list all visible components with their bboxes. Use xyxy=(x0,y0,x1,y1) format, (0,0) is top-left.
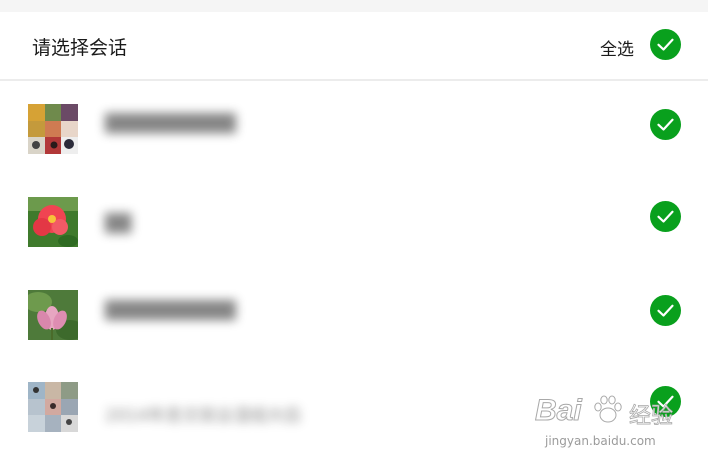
select-all-checkbox[interactable] xyxy=(650,29,681,60)
checkmark-icon xyxy=(657,304,674,317)
panel-header: 请选择会话 全选 xyxy=(0,12,708,81)
page-title: 请选择会话 xyxy=(32,37,128,59)
group-avatar xyxy=(28,382,78,432)
conversation-name: ██████████ xyxy=(105,301,236,321)
select-all-label[interactable]: 全选 xyxy=(600,35,634,60)
conversation-checkbox[interactable] xyxy=(650,295,681,326)
conversation-checkbox[interactable] xyxy=(650,201,681,232)
conversation-checkbox[interactable] xyxy=(650,386,681,417)
checkmark-icon xyxy=(657,38,674,51)
conversation-checkbox[interactable] xyxy=(650,109,681,140)
group-avatar xyxy=(28,104,78,154)
conversation-name: ██████████ xyxy=(105,114,236,134)
lotus-avatar xyxy=(28,290,78,340)
conversation-name: 2014年息文就业湿组大后 xyxy=(105,406,302,426)
window-top-strip xyxy=(0,0,708,12)
conversation-row[interactable]: 2014年息文就业湿组大后 xyxy=(0,355,708,447)
select-conversation-panel: 请选择会话 全选 ██████████ ██ ██████████ 2014年息… xyxy=(0,12,708,467)
conversation-row[interactable]: ██ xyxy=(0,171,708,263)
conversation-name: ██ xyxy=(105,214,132,234)
conversation-row[interactable]: ██████████ xyxy=(0,263,708,355)
checkmark-icon xyxy=(657,395,674,408)
checkmark-icon xyxy=(657,118,674,131)
flower-avatar xyxy=(28,197,78,247)
checkmark-icon xyxy=(657,210,674,223)
conversation-row[interactable]: ██████████ xyxy=(0,79,708,171)
